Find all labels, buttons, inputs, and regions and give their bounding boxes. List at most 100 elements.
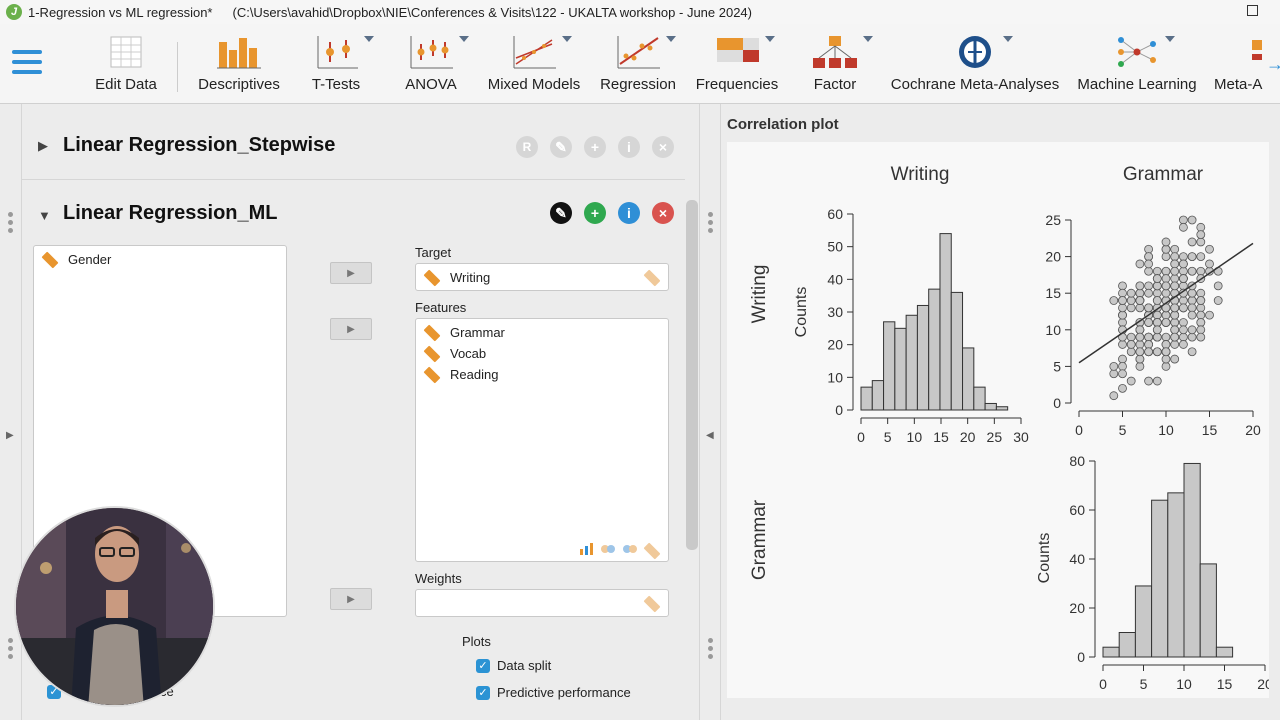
scatter-point xyxy=(1196,325,1206,335)
scatter-point xyxy=(1187,288,1197,298)
ribbon-frequencies[interactable]: Frequencies xyxy=(692,34,782,100)
ribbon-label: ANOVA xyxy=(405,76,457,93)
x-tick-label: 0 xyxy=(857,429,865,445)
drag-handle-icon[interactable] xyxy=(8,638,14,662)
hamburger-menu-icon[interactable] xyxy=(12,50,42,80)
target-field[interactable]: Writing xyxy=(415,263,669,291)
scatter-point xyxy=(1170,274,1180,283)
x-tick-label: 0 xyxy=(1075,422,1083,438)
scatter-point xyxy=(1118,303,1127,313)
ribbon-t-tests[interactable]: T-Tests xyxy=(305,34,374,100)
x-tick-label: 0 xyxy=(1099,676,1107,692)
ribbon-regression[interactable]: Regression xyxy=(598,34,678,100)
duplicate-icon[interactable]: + xyxy=(584,136,606,158)
scatter-point xyxy=(1118,310,1127,320)
drag-handle-icon[interactable] xyxy=(708,638,714,662)
ribbon-meta-analysis[interactable]: Meta-A xyxy=(1214,34,1264,100)
stepwise-analysis-header[interactable]: ▶ Linear Regression_Stepwise R ✎ + i × xyxy=(22,114,685,180)
chevron-down-icon[interactable] xyxy=(863,36,873,42)
scatter-point xyxy=(1126,303,1136,313)
checkmark-icon[interactable]: ✓ xyxy=(476,685,490,700)
edit-icon[interactable]: ✎ xyxy=(550,136,572,158)
ribbon-anova[interactable]: ANOVA xyxy=(400,34,469,100)
maximize-icon[interactable] xyxy=(1247,5,1258,16)
histogram-bar xyxy=(962,347,975,411)
weights-field[interactable] xyxy=(415,589,669,617)
close-icon[interactable]: × xyxy=(652,136,674,158)
chevron-down-icon[interactable] xyxy=(765,36,775,42)
expand-arrow-icon[interactable]: ▶ xyxy=(38,138,48,154)
chevron-down-icon[interactable] xyxy=(666,36,676,42)
data-split-checkbox[interactable]: ✓ Data split xyxy=(476,658,551,673)
scatter-point xyxy=(1135,288,1145,298)
r-syntax-icon[interactable]: R xyxy=(516,136,538,158)
scatter-point xyxy=(1170,310,1180,320)
collapse-arrow-icon[interactable]: ▼ xyxy=(38,208,51,223)
list-item[interactable]: Vocab xyxy=(423,345,486,362)
info-icon[interactable]: i xyxy=(618,136,640,158)
scatter-point xyxy=(1178,266,1188,276)
options-scrollbar[interactable] xyxy=(686,200,698,550)
scatter-point xyxy=(1118,354,1127,364)
ribbon-toolbar: Edit Data Descriptives T-Tests ANOVA Mix… xyxy=(0,24,1280,104)
assign-weights-button[interactable]: ▶ xyxy=(330,588,372,610)
list-item[interactable]: Writing xyxy=(423,269,490,286)
scatter-point xyxy=(1135,361,1145,371)
checkbox-label: Data split xyxy=(497,658,552,673)
y-axis-label: Counts xyxy=(793,287,810,338)
scatter-point xyxy=(1161,274,1171,283)
histogram-bar xyxy=(928,288,941,411)
scatter-point xyxy=(1152,347,1162,357)
scatter-point xyxy=(1196,296,1206,305)
scatter-point xyxy=(1178,252,1188,261)
assign-target-button[interactable]: ▶ xyxy=(330,262,372,284)
y-tick-label: 40 xyxy=(1069,551,1085,567)
list-item[interactable]: Gender xyxy=(41,251,111,268)
ribbon-cochrane[interactable]: Cochrane Meta-Analyses xyxy=(890,34,1060,100)
features-list[interactable]: Grammar Vocab Reading xyxy=(415,318,669,562)
x-tick-label: 20 xyxy=(1245,422,1261,438)
weights-label: Weights xyxy=(415,571,462,586)
chevron-down-icon[interactable] xyxy=(1003,36,1013,42)
y-tick-label: 15 xyxy=(1045,285,1061,301)
x-tick-label: 15 xyxy=(933,429,949,445)
predictive-performance-checkbox[interactable]: ✓ Predictive performance xyxy=(476,685,631,700)
middle-gutter[interactable]: ◀ xyxy=(699,104,721,720)
histogram-bar xyxy=(1151,499,1169,658)
chevron-down-icon[interactable] xyxy=(562,36,572,42)
x-tick-label: 10 xyxy=(1176,676,1192,692)
scatter-point xyxy=(1187,215,1197,225)
y-tick-label: 0 xyxy=(835,402,843,418)
scatter-point xyxy=(1135,340,1145,349)
scatter-point xyxy=(1135,296,1145,305)
list-item[interactable]: Reading xyxy=(423,366,498,383)
ribbon-machine-learning[interactable]: Machine Learning xyxy=(1076,34,1198,100)
ribbon-scroll-right-icon[interactable]: → xyxy=(1266,54,1280,75)
ribbon-mixed-models[interactable]: Mixed Models xyxy=(486,34,582,100)
ribbon-edit-data[interactable]: Edit Data xyxy=(93,34,159,100)
assign-features-button[interactable]: ▶ xyxy=(330,318,372,340)
analysis-title: Linear Regression_Stepwise xyxy=(63,134,336,156)
duplicate-icon[interactable]: + xyxy=(584,202,606,224)
x-tick-label: 5 xyxy=(1119,422,1127,438)
chevron-down-icon[interactable] xyxy=(364,36,374,42)
expand-left-icon[interactable]: ▶ xyxy=(6,430,14,441)
ribbon-factor[interactable]: Factor xyxy=(808,34,873,100)
drag-handle-icon[interactable] xyxy=(8,212,14,236)
frequencies-icon xyxy=(713,34,775,70)
chevron-down-icon[interactable] xyxy=(1165,36,1175,42)
scatter-point xyxy=(1144,347,1154,357)
info-icon[interactable]: i xyxy=(618,202,640,224)
ordinal-icon xyxy=(623,545,637,553)
list-item[interactable]: Grammar xyxy=(423,324,505,341)
ribbon-descriptives[interactable]: Descriptives xyxy=(196,34,282,100)
drag-handle-icon[interactable] xyxy=(708,212,714,236)
close-icon[interactable]: × xyxy=(652,202,674,224)
collapse-left-icon[interactable]: ◀ xyxy=(706,430,714,441)
edit-icon[interactable]: ✎ xyxy=(550,202,572,224)
chevron-down-icon[interactable] xyxy=(459,36,469,42)
y-tick-label: 10 xyxy=(1045,322,1061,338)
plot-title: Correlation plot xyxy=(727,116,839,133)
checkmark-icon[interactable]: ✓ xyxy=(476,658,490,673)
scatter-point xyxy=(1161,340,1171,349)
